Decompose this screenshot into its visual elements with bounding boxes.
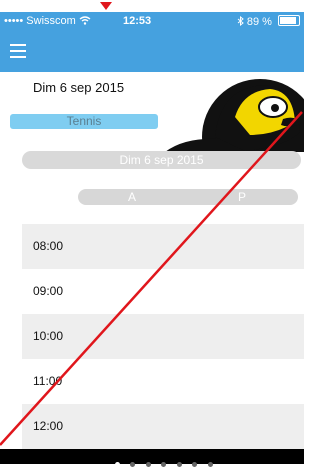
bluetooth-icon [237,15,247,28]
time-slot[interactable]: 11:00 [22,359,304,404]
time-slot[interactable]: 12:00 [22,404,304,449]
clock: 12:53 [123,15,152,27]
annotation-pointer-icon [100,2,112,10]
page-dot[interactable] [161,462,167,467]
page-dot[interactable] [207,462,213,467]
penguin-mascot-logo [165,77,304,152]
time-slot[interactable]: 10:00 [22,314,304,359]
time-slot[interactable]: 09:00 [22,269,304,314]
battery-percent: 89 % [246,16,272,28]
segment-p-button[interactable]: P [186,189,298,205]
time-slot-list: 08:00 09:00 10:00 11:00 12:00 [22,224,304,449]
hamburger-icon[interactable] [10,44,26,58]
page-dot[interactable] [192,462,198,467]
time-slot[interactable]: 08:00 [22,224,304,269]
current-date-label: Dim 6 sep 2015 [33,80,125,95]
battery-icon [278,15,300,26]
page-dot[interactable] [145,462,151,467]
category-badge[interactable]: Tennis [10,114,158,129]
page-dots [115,454,219,467]
page-dot-active[interactable] [115,462,120,467]
battery-indicator: 89 % [237,15,300,28]
segment-a-button[interactable]: A [78,189,186,205]
wifi-icon [79,15,91,27]
carrier-label: ••••• Swisscom [4,15,91,27]
status-bar: ••••• Swisscom 12:53 89 % [0,12,304,32]
page-indicator-bar [0,449,304,467]
page-dot[interactable] [176,462,182,467]
navigation-bar [0,32,304,72]
page-dot[interactable] [130,462,136,467]
date-selector[interactable]: Dim 6 sep 2015 [22,151,301,169]
